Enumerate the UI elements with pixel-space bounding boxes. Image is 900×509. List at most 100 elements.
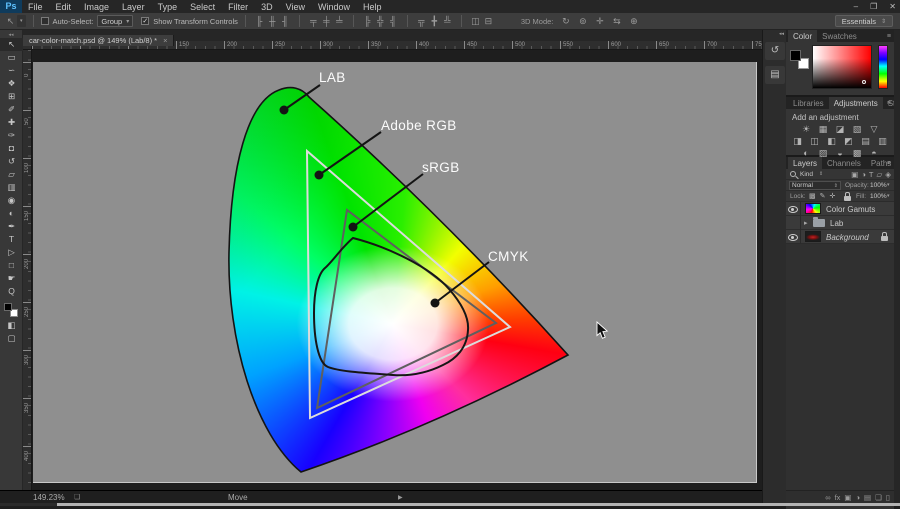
brightness-contrast-icon[interactable]: ☀ [799, 124, 814, 135]
fill-value[interactable]: 100% [870, 193, 887, 200]
history-panel-button[interactable]: ↺ [765, 42, 785, 60]
channel-mixer-icon[interactable]: ▤ [858, 136, 873, 147]
distribute-heights-icon[interactable]: ⊟ [482, 16, 495, 27]
foreground-color-swatch[interactable] [790, 50, 801, 61]
workspace-switcher[interactable]: Essentials ⇕ [834, 15, 893, 27]
levels-icon[interactable]: ▦ [816, 124, 831, 135]
auto-select-checkbox[interactable] [40, 17, 49, 25]
layer-effects-icon[interactable]: fx [835, 493, 841, 502]
panel-menu-icon[interactable]: ≡ [887, 33, 891, 40]
photo-filter-icon[interactable]: ◩ [841, 136, 856, 147]
visibility-cell[interactable] [786, 230, 801, 244]
filter-adjustment-layers-icon[interactable]: ◑ [861, 170, 866, 179]
distribute-right-edges-icon[interactable]: ╩ [441, 16, 454, 26]
layer-name[interactable]: Lab [830, 219, 843, 228]
restore-button[interactable]: ❐ [870, 2, 877, 11]
menu-filter[interactable]: Filter [228, 2, 248, 12]
filter-kind-dropdown[interactable]: Kind [800, 171, 813, 178]
menu-help[interactable]: Help [363, 2, 382, 12]
type-tool[interactable]: T [0, 233, 23, 246]
minimize-button[interactable]: – [854, 2, 858, 11]
filter-type-layers-icon[interactable]: T [869, 170, 874, 179]
color-lookup-icon[interactable]: ▥ [875, 136, 890, 147]
align-left-edges-icon[interactable]: ╟ [253, 16, 266, 26]
eye-icon[interactable] [788, 234, 798, 241]
pen-tool[interactable]: ✒ [0, 220, 23, 233]
distribute-bottom-edges-icon[interactable]: ╣ [387, 16, 400, 26]
align-top-edges-icon[interactable]: ╤ [307, 16, 320, 26]
tab-layers[interactable]: Layers [788, 157, 823, 169]
menu-image[interactable]: Image [84, 2, 109, 12]
tab-adjustments[interactable]: Adjustments [828, 97, 883, 109]
menu-3d[interactable]: 3D [261, 2, 273, 12]
lock-position-icon[interactable]: ✛ [830, 192, 836, 200]
new-group-icon[interactable]: ▤ [864, 493, 871, 502]
color-swatch-pair[interactable] [790, 50, 812, 72]
eye-icon[interactable] [788, 206, 798, 213]
disclosure-triangle-icon[interactable]: ▸ [804, 219, 808, 227]
document-info-icon[interactable]: ❏ [74, 493, 80, 501]
canvas[interactable]: LAB Adobe RGB sRGB CMYK [33, 62, 757, 483]
tool-preset-arrow-icon[interactable]: ▾ [17, 15, 26, 27]
lock-all-icon[interactable] [844, 192, 851, 201]
crop-tool[interactable]: ⊞ [0, 90, 23, 103]
clone-stamp-tool[interactable]: ◘ [0, 142, 23, 155]
brush-tool[interactable]: ✑ [0, 129, 23, 142]
dodge-tool[interactable]: ◐ [0, 207, 23, 220]
menu-layer[interactable]: Layer [122, 2, 145, 12]
blur-tool[interactable]: ◉ [0, 194, 23, 207]
opacity-value[interactable]: 100% [870, 182, 887, 189]
properties-panel-button[interactable]: ▤ [765, 66, 785, 84]
menu-window[interactable]: Window [318, 2, 350, 12]
eraser-tool[interactable]: ▱ [0, 168, 23, 181]
tab-color[interactable]: Color [788, 30, 818, 42]
lock-pixels-icon[interactable]: ✎ [820, 192, 826, 200]
filter-smart-objects-icon[interactable]: ◈ [885, 170, 891, 179]
auto-select-dropdown[interactable]: Group ▾ [97, 15, 134, 27]
layer-thumbnail[interactable] [805, 203, 821, 214]
zoom-tool[interactable]: Q [0, 285, 23, 298]
tab-paths[interactable]: Paths [866, 157, 896, 169]
3d-scale-icon[interactable]: ⊕ [627, 16, 640, 27]
black-white-icon[interactable]: ◧ [824, 136, 839, 147]
move-tool[interactable]: ↖ [0, 38, 23, 51]
document-tab[interactable]: car-color-match.psd @ 149% (Lab/8) * × [23, 35, 175, 46]
filter-pixel-layers-icon[interactable]: ▣ [851, 170, 858, 179]
distribute-horizontal-centers-icon[interactable]: ╋ [428, 16, 441, 27]
chevron-down-icon[interactable]: ▾ [887, 182, 890, 188]
menu-type[interactable]: Type [158, 2, 178, 12]
visibility-cell[interactable] [786, 216, 801, 230]
foreground-color-swatch[interactable] [4, 303, 12, 311]
new-layer-icon[interactable]: ❏ [875, 493, 882, 502]
3d-rotate-icon[interactable]: ↻ [559, 16, 572, 27]
blend-mode-dropdown[interactable]: Normal ⇕ [789, 181, 841, 190]
align-horizontal-centers-icon[interactable]: ╫ [266, 16, 279, 26]
marquee-tool[interactable]: ▭ [0, 51, 23, 64]
expand-panels-icon[interactable]: ◂◂ [779, 31, 784, 37]
saturation-brightness-picker[interactable] [812, 45, 872, 89]
menu-edit[interactable]: Edit [56, 2, 72, 12]
eyedropper-tool[interactable]: ✐ [0, 103, 23, 116]
layer-thumbnail[interactable] [805, 231, 821, 242]
menu-file[interactable]: File [28, 2, 43, 12]
layer-row-color-gamuts[interactable]: Color Gamuts [786, 202, 894, 216]
link-layers-icon[interactable]: ∞ [825, 493, 830, 502]
status-flyout-icon[interactable]: ▶ [398, 494, 403, 501]
quick-selection-tool[interactable]: ❖ [0, 77, 23, 90]
filter-shape-layers-icon[interactable]: ▱ [876, 170, 882, 179]
panel-menu-icon[interactable]: ≡ [887, 160, 891, 167]
chevron-down-icon[interactable]: ▾ [887, 193, 890, 199]
color-balance-icon[interactable]: ◫ [807, 136, 822, 147]
distribute-widths-icon[interactable]: ◫ [469, 16, 482, 27]
healing-brush-tool[interactable]: ✚ [0, 116, 23, 129]
zoom-level-field[interactable]: 149.23% [33, 493, 65, 502]
screen-mode-icon[interactable]: ▢ [0, 332, 23, 345]
show-transform-checkbox[interactable]: ✓ [141, 17, 150, 25]
3d-roll-icon[interactable]: ⊚ [576, 16, 589, 27]
delete-layer-icon[interactable]: ▯ [886, 493, 890, 502]
add-mask-icon[interactable]: ▣ [844, 493, 851, 502]
layer-row-lab[interactable]: ▸ Lab [786, 216, 894, 230]
layer-name[interactable]: Color Gamuts [826, 205, 875, 214]
lock-transparent-icon[interactable]: ▩ [809, 192, 816, 200]
shape-tool[interactable]: □ [0, 259, 23, 272]
